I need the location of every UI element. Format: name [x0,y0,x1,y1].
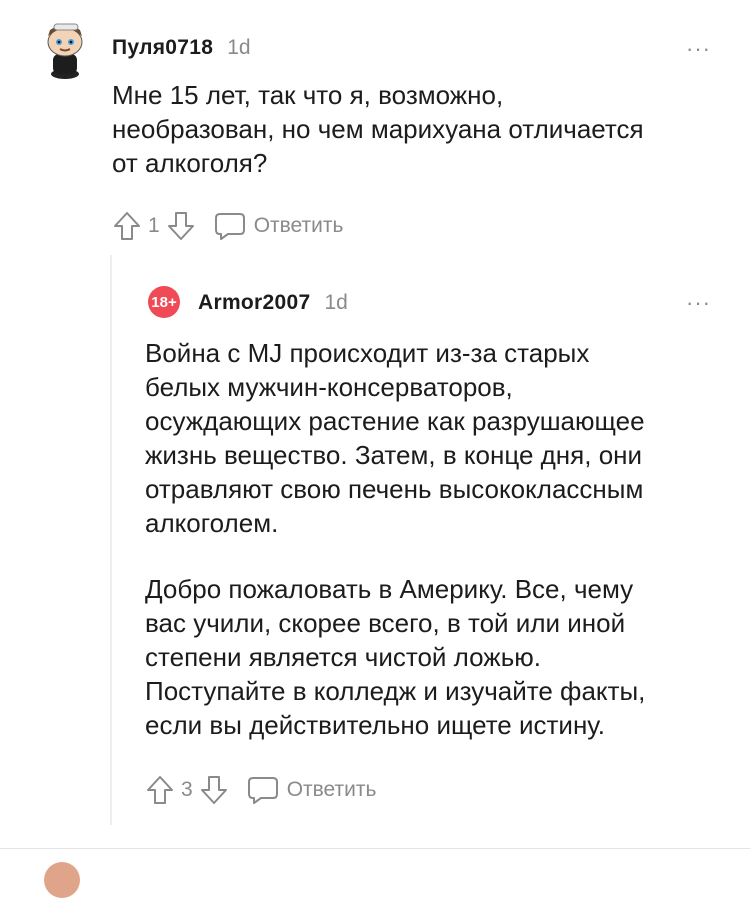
divider [0,848,750,849]
more-options-button[interactable]: ··· [686,292,711,314]
vote-count: 3 [181,778,193,801]
reply-button[interactable]: Ответить [214,211,344,241]
reply-button[interactable]: Ответить [247,775,377,805]
comment-text: Мне 15 лет, так что я, возможно, необраз… [112,80,644,178]
upvote-button[interactable] [145,774,175,806]
timestamp: 1d [324,291,348,314]
reply-label: Ответить [286,778,377,801]
vote-count: 1 [148,214,160,237]
comment-header: Пуля0718 1d [112,36,251,60]
avatar[interactable] [44,862,80,898]
comment-paragraph: Война с MJ происходит из-за старых белых… [145,338,645,538]
comment-body: Война с MJ происходит из-за старых белых… [145,336,735,742]
comment-header: Armor2007 1d [198,291,348,315]
avatar-icon[interactable] [40,18,90,80]
comment-actions: 1 Ответить [112,210,343,242]
upvote-arrow-icon [114,212,140,240]
speech-bubble-icon [214,213,245,240]
speech-bubble-icon [247,777,278,804]
downvote-arrow-icon [167,212,194,240]
more-options-button[interactable]: ··· [686,38,711,60]
nsfw-badge: 18+ [148,286,180,318]
comment-actions: 3 Ответить [145,774,376,806]
timestamp: 1d [227,36,251,59]
username[interactable]: Пуля0718 [112,36,213,60]
comment-paragraph: Добро пожаловать в Америку. Все, чему ва… [145,574,646,740]
thread-line[interactable] [110,255,112,825]
upvote-button[interactable] [112,210,142,242]
downvote-button[interactable] [166,210,196,242]
comment-body: Мне 15 лет, так что я, возможно, необраз… [112,78,732,180]
reply-label: Ответить [253,214,344,237]
upvote-arrow-icon [147,776,173,804]
downvote-button[interactable] [199,774,229,806]
downvote-arrow-icon [200,776,227,804]
username[interactable]: Armor2007 [198,291,310,315]
